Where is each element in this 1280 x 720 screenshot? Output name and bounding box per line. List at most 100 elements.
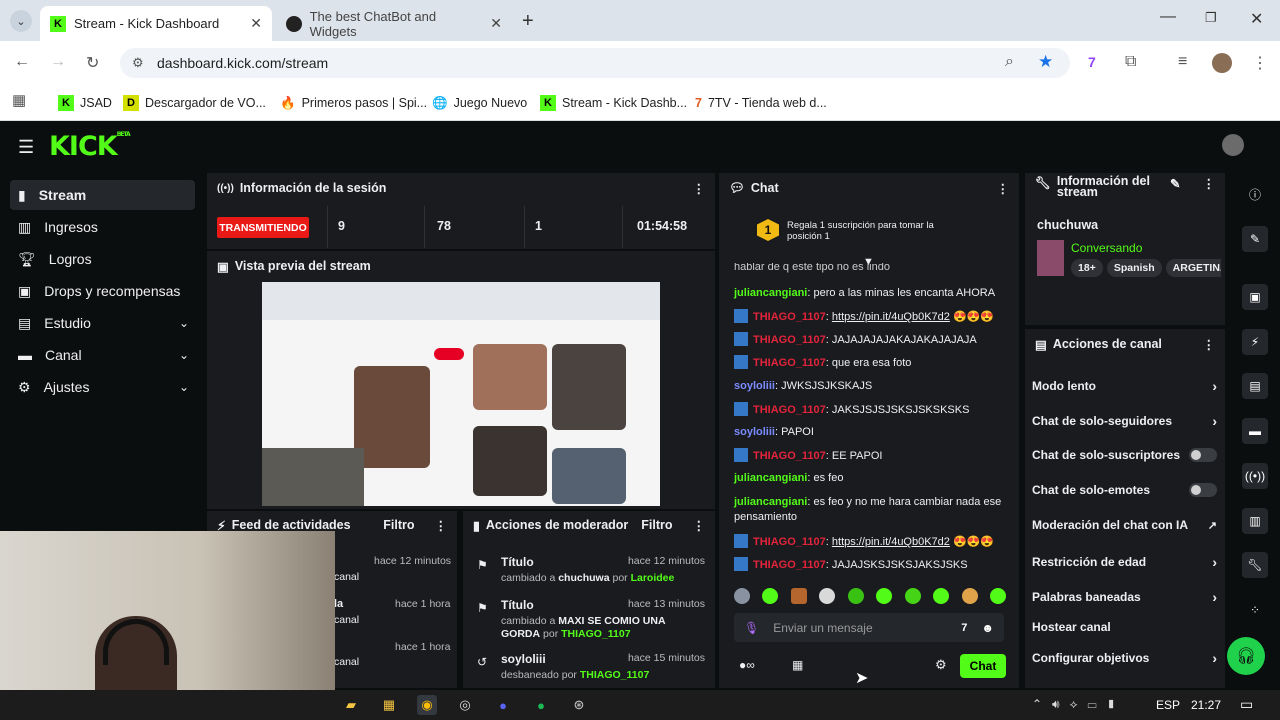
browser-menu-icon[interactable]: ⋮: [1252, 53, 1268, 73]
document-icon[interactable]: ▤: [1242, 373, 1268, 399]
nav-ajustes[interactable]: ⚙ Ajustes ⌄: [10, 372, 195, 402]
toggle-switch[interactable]: [1189, 483, 1217, 497]
nav-logros[interactable]: 🏆︎ Logros: [10, 244, 195, 274]
site-info-icon[interactable]: ⚙: [132, 55, 144, 71]
restore-window-icon[interactable]: ❐: [1205, 10, 1217, 26]
reload-icon[interactable]: ↻: [86, 53, 99, 73]
channel-action-item[interactable]: Configurar objetivos ›: [1032, 650, 1217, 666]
channel-action-item[interactable]: Moderación del chat con IA ↗: [1032, 518, 1217, 532]
chat-icon[interactable]: ▬: [1242, 418, 1268, 444]
emote-icon[interactable]: [762, 588, 779, 604]
more-options-icon[interactable]: ⋮: [693, 518, 706, 533]
category-name[interactable]: Conversando: [1071, 241, 1142, 255]
edit-pencil-icon[interactable]: ✎: [1170, 176, 1180, 191]
chat-username[interactable]: juliancangiani: [734, 496, 807, 508]
emote-icon[interactable]: [989, 588, 1006, 604]
tab-chatbot-widgets[interactable]: The best ChatBot and Widgets ✕: [276, 6, 512, 41]
bookmark-descargador[interactable]: D Descargador de VO...: [123, 92, 266, 114]
bookmark-jsad[interactable]: K JSAD: [58, 92, 112, 114]
tab-search-icon[interactable]: ⌄: [10, 10, 32, 32]
back-icon[interactable]: ←: [14, 53, 30, 71]
store-taskbar-icon[interactable]: ▦: [379, 695, 399, 715]
emote-icon[interactable]: [961, 588, 978, 604]
discord-taskbar-icon[interactable]: ●: [493, 695, 513, 715]
emote-icon[interactable]: [734, 588, 750, 604]
close-tab-icon[interactable]: ✕: [490, 15, 502, 32]
chat-username[interactable]: THIAGO_1107: [753, 334, 826, 346]
bookmark-7tv[interactable]: 7 7TV - Tienda web d...: [695, 92, 827, 114]
nav-drops[interactable]: ▣ Drops y recompensas: [10, 276, 195, 306]
tray-icons[interactable]: ⌃🔊︎⟡▭▮: [1032, 697, 1126, 712]
close-tab-icon[interactable]: ✕: [250, 15, 262, 32]
extensions-icon[interactable]: ⧉: [1125, 53, 1136, 71]
chrome-taskbar-icon[interactable]: ◉: [417, 695, 437, 715]
file-explorer-icon[interactable]: ▰: [341, 695, 361, 715]
bookmark-kick-stream[interactable]: K Stream - Kick Dashb...: [540, 92, 687, 114]
kick-logo[interactable]: KICKBETA: [49, 131, 131, 162]
chat-username[interactable]: THIAGO_1107: [753, 450, 826, 462]
more-options-icon[interactable]: ⋮: [693, 181, 706, 196]
send-chat-button[interactable]: Chat: [960, 654, 1006, 678]
channel-action-item[interactable]: Chat de solo-seguidores ›: [1032, 413, 1217, 429]
media-controls-icon[interactable]: ≡: [1178, 53, 1187, 71]
nav-estudio[interactable]: ▤ Estudio ⌄: [10, 308, 195, 338]
more-options-icon[interactable]: ⋮: [997, 181, 1010, 196]
toggle-switch[interactable]: [1189, 448, 1217, 462]
channel-action-item[interactable]: Palabras baneadas ›: [1032, 589, 1217, 605]
profile-avatar[interactable]: [1212, 53, 1232, 73]
channel-action-item[interactable]: Hostear canal: [1032, 620, 1217, 634]
mod-filter-button[interactable]: Filtro: [641, 518, 672, 532]
emote-icon[interactable]: [847, 588, 864, 604]
gift-subscription-prompt[interactable]: Regala 1 suscripción para tomar la posic…: [787, 220, 967, 242]
forward-icon[interactable]: →: [50, 53, 66, 71]
more-options-icon[interactable]: ⋮: [435, 518, 448, 533]
7tv-extension-icon[interactable]: 7: [1088, 54, 1096, 70]
channel-action-item[interactable]: Chat de solo-emotes: [1032, 483, 1217, 497]
layout-icon[interactable]: ▥: [1242, 508, 1268, 534]
chat-settings-icon[interactable]: ⚙: [935, 657, 947, 673]
chat-username[interactable]: juliancangiani: [734, 287, 807, 299]
support-headset-icon[interactable]: 🎧︎: [1227, 637, 1265, 675]
new-tab-icon[interactable]: +: [522, 10, 534, 33]
lightning-icon[interactable]: ⚡︎: [1242, 329, 1268, 355]
bookmark-star-icon[interactable]: ★: [1038, 52, 1053, 72]
info-icon[interactable]: ⓘ: [1242, 181, 1268, 207]
spotify-taskbar-icon[interactable]: ●: [531, 695, 551, 715]
chat-input[interactable]: 🎙︎ Enviar un mensaje 7 ☻: [734, 613, 1004, 642]
edit-icon[interactable]: ✎: [1242, 226, 1268, 252]
notification-icon[interactable]: ▭: [1240, 696, 1253, 713]
chat-username[interactable]: THIAGO_1107: [753, 311, 826, 323]
wrench-icon[interactable]: 🔧︎: [1242, 552, 1268, 578]
chat-username[interactable]: THIAGO_1107: [753, 357, 826, 369]
bookmark-primeros-pasos[interactable]: 🔥 Primeros pasos | Spi...: [280, 92, 427, 114]
chat-points-icon[interactable]: ●∞: [739, 658, 755, 672]
nav-stream[interactable]: ▮ Stream: [10, 180, 195, 210]
user-avatar[interactable]: [1222, 134, 1244, 156]
emote-icon[interactable]: [876, 588, 893, 604]
language-indicator[interactable]: ESP: [1156, 698, 1180, 712]
close-window-icon[interactable]: ✕: [1250, 9, 1263, 29]
apps-grid-icon[interactable]: ▦: [12, 91, 26, 109]
stream-preview-video[interactable]: [262, 282, 660, 506]
tab-kick-dashboard[interactable]: K Stream - Kick Dashboard ✕: [40, 6, 272, 41]
chat-text[interactable]: https://pin.it/4uQb0K7d2: [832, 311, 950, 323]
bookmark-juego-nuevo[interactable]: 🌐 Juego Nuevo: [432, 92, 527, 114]
zoom-icon[interactable]: ⌕: [1005, 53, 1014, 71]
minimize-window-icon[interactable]: —: [1160, 8, 1176, 26]
emoji-picker-icon[interactable]: ☻: [981, 621, 994, 635]
chat-username[interactable]: soyloliii: [734, 426, 775, 438]
nav-canal[interactable]: ▬ Canal ⌄: [10, 340, 195, 370]
channel-action-item[interactable]: Modo lento ›: [1032, 378, 1217, 394]
feed-filter-button[interactable]: Filtro: [383, 518, 414, 532]
more-options-icon[interactable]: ⋮: [1203, 337, 1216, 352]
emote-icon[interactable]: [933, 588, 950, 604]
chat-username[interactable]: juliancangiani: [734, 472, 807, 484]
nav-ingresos[interactable]: ▥ Ingresos: [10, 212, 195, 242]
chat-text[interactable]: https://pin.it/4uQb0K7d2: [832, 536, 950, 548]
url-field[interactable]: dashboard.kick.com/stream: [120, 48, 1070, 78]
obs-taskbar-icon[interactable]: ◎: [455, 695, 475, 715]
emote-icon[interactable]: [790, 588, 807, 604]
chat-username[interactable]: THIAGO_1107: [753, 536, 826, 548]
microphone-icon[interactable]: 🎙︎: [744, 621, 759, 635]
app-taskbar-icon[interactable]: ⊛: [569, 695, 589, 715]
